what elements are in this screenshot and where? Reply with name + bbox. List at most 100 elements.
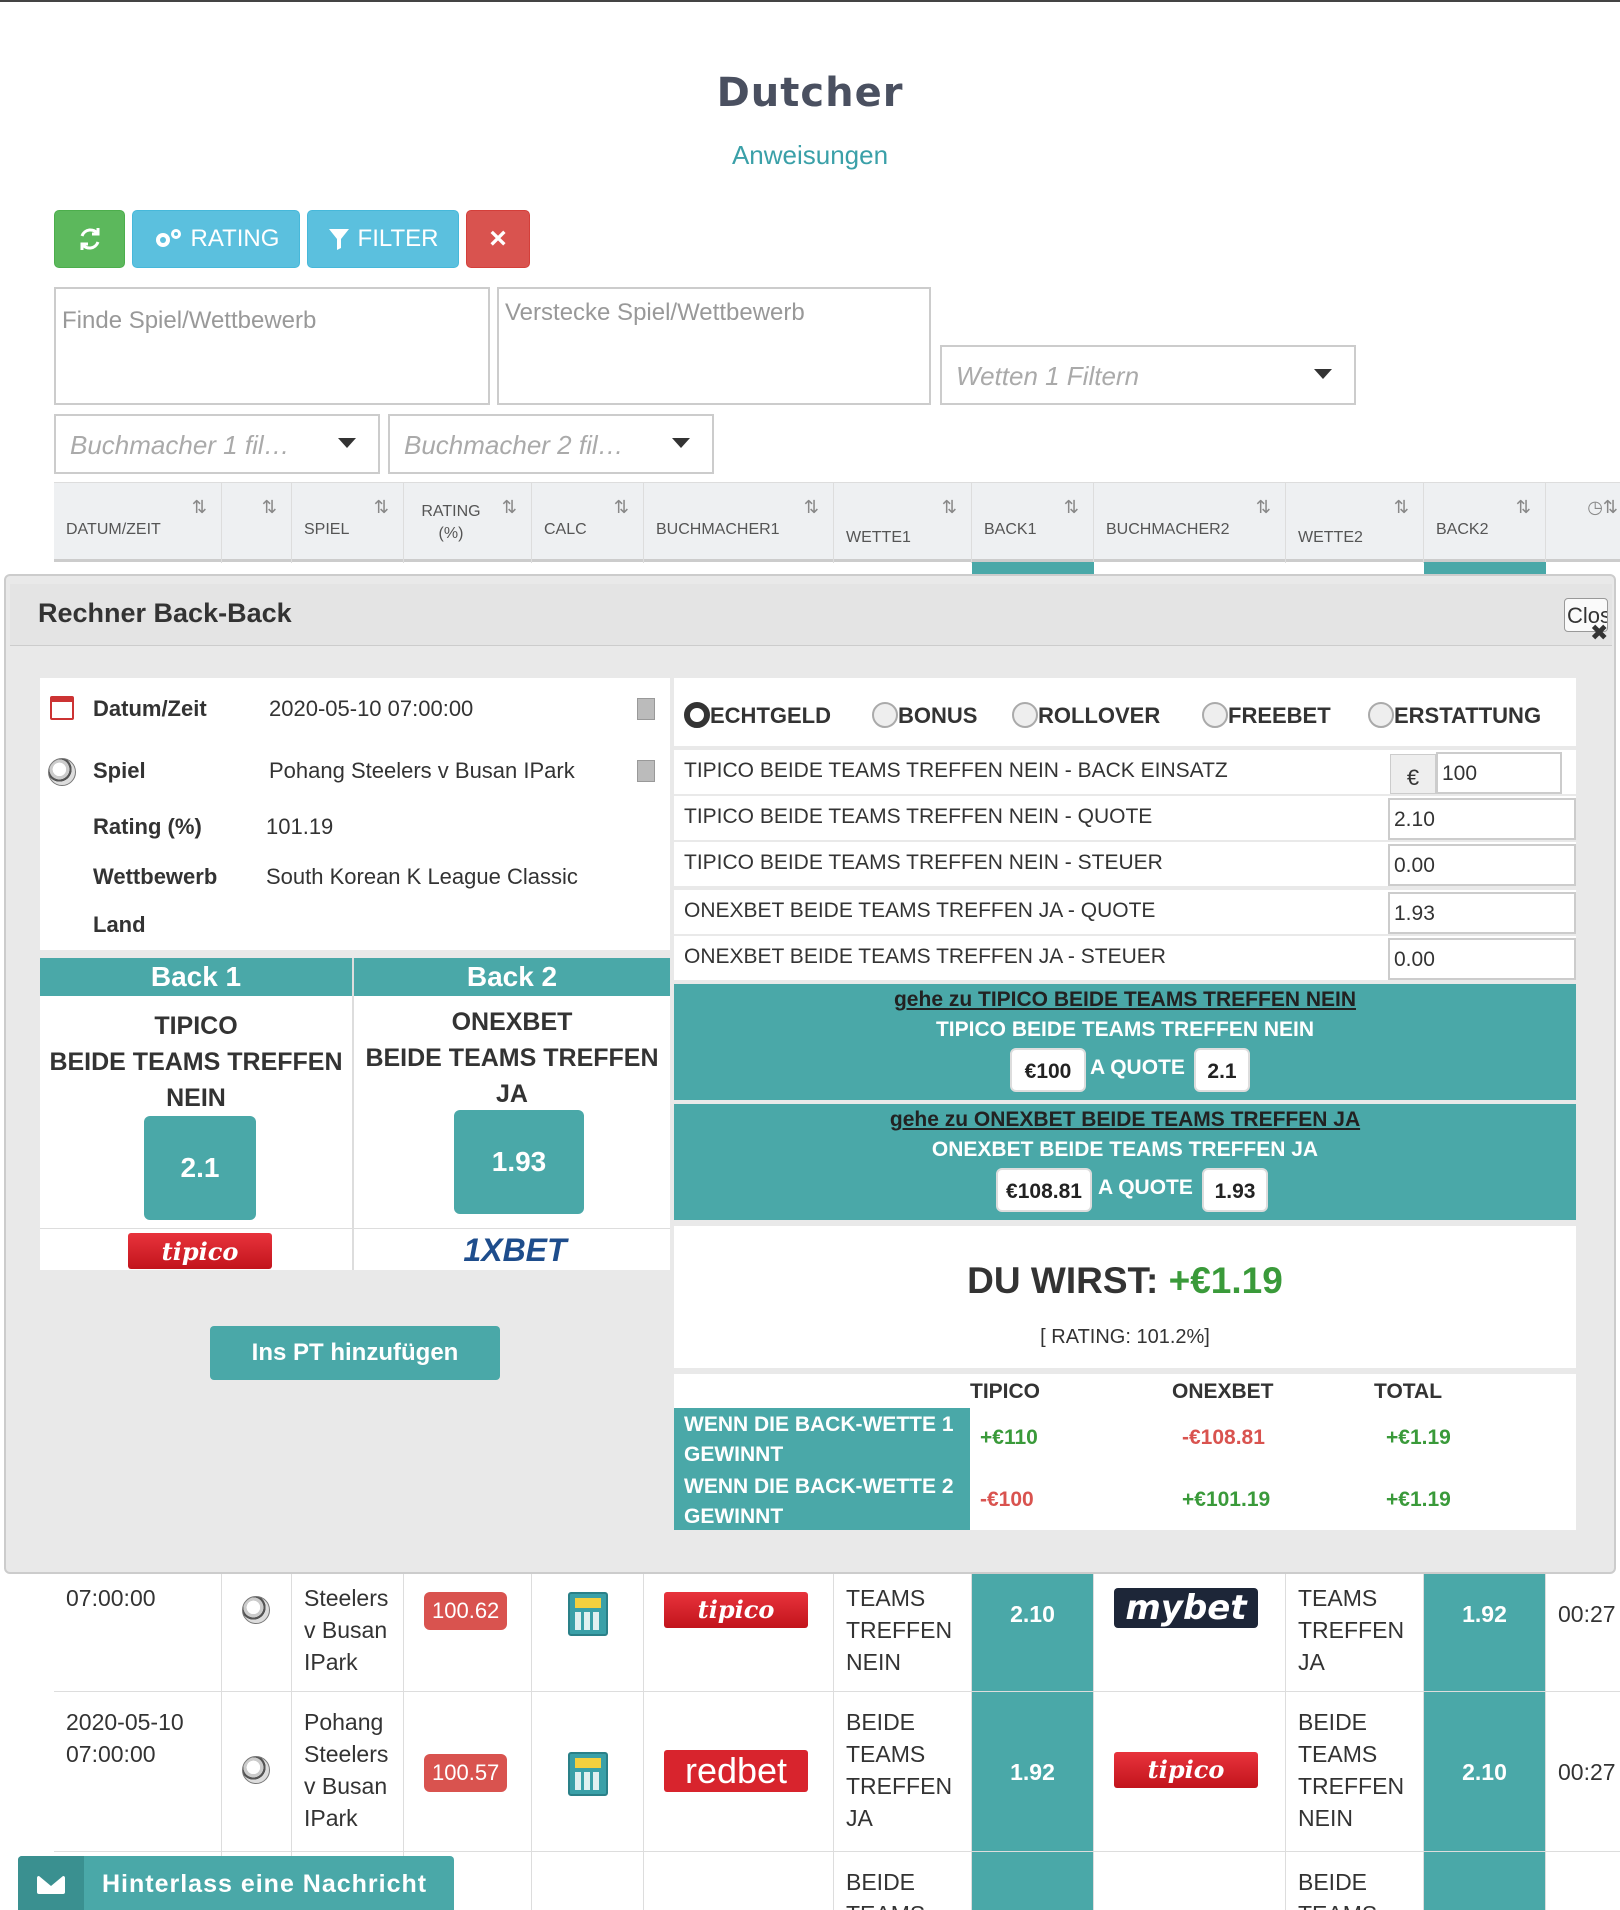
bets1-filter-placeholder: Wetten 1 Filtern	[956, 361, 1140, 391]
profit-row-label: WENN DIE BACK-WETTE 1 GEWINNT	[674, 1408, 970, 1470]
sort-icon: ⇅	[1063, 497, 1079, 517]
radio-bonus[interactable]: BONUS	[872, 702, 977, 729]
back1-odds: 2.1	[144, 1116, 256, 1220]
cell-back1	[972, 1852, 1094, 1910]
back2-bookmaker: ONEXBET	[451, 1008, 573, 1036]
tax2-input[interactable]: 0.00	[1388, 938, 1576, 980]
close-icon[interactable]: ✖	[1590, 620, 1608, 646]
cell-bookmaker1: tipico	[644, 1574, 834, 1691]
calendar-icon	[50, 696, 74, 720]
header-bet2[interactable]: WETTE2 ⇅	[1286, 483, 1424, 563]
cell-back2	[1424, 1852, 1546, 1910]
profit-table: TIPICO ONEXBET TOTAL WENN DIE BACK-WETTE…	[674, 1374, 1576, 1530]
header-back2[interactable]: BACK2 ⇅	[1424, 483, 1546, 563]
cell-bookmaker2: mybet	[1094, 1574, 1286, 1691]
sort-icon: ⇅	[941, 497, 957, 517]
back2-panel: Back 2 ONEXBET BEIDE TEAMS TREFFEN JA 1.…	[354, 958, 670, 1270]
add-to-pt-button[interactable]: Ins PT hinzufügen	[210, 1326, 500, 1380]
cell-calc	[532, 1692, 644, 1851]
instruction-bet1-quote: 2.1	[1194, 1048, 1250, 1092]
sort-icon: ⇅	[191, 497, 207, 517]
header-bet1[interactable]: WETTE1 ⇅	[834, 483, 972, 563]
refresh-button[interactable]	[54, 210, 125, 268]
bets1-filter-select[interactable]: Wetten 1 Filtern	[940, 345, 1356, 405]
tipico-logo[interactable]: tipico	[664, 1592, 808, 1628]
close-icon: ×	[489, 222, 507, 255]
stake-input[interactable]: 100	[1436, 752, 1562, 794]
field-stake: TIPICO BEIDE TEAMS TREFFEN NEIN - BACK E…	[674, 750, 1576, 794]
header-back1[interactable]: BACK1 ⇅	[972, 483, 1094, 563]
mybet-logo[interactable]: mybet	[1114, 1588, 1258, 1628]
chevron-down-icon	[1314, 369, 1332, 379]
sort-icon: ⇅	[373, 497, 389, 517]
filter-icon	[328, 229, 349, 250]
goto-bet1-link[interactable]: gehe zu TIPICO BEIDE TEAMS TREFFEN NEIN	[674, 988, 1576, 1012]
tax1-input[interactable]: 0.00	[1388, 844, 1576, 886]
cell-calc	[532, 1574, 644, 1691]
header-bookmaker2[interactable]: BUCHMACHER2 ⇅	[1094, 483, 1286, 563]
header-game[interactable]: SPIEL ⇅	[292, 483, 404, 563]
header-datetime[interactable]: DATUM/ZEIT ⇅	[54, 483, 222, 563]
radio-checked-icon	[684, 702, 710, 728]
cell-bookmaker1	[644, 1852, 834, 1910]
cell-back1: 2.10	[972, 1574, 1094, 1691]
cell-rating: 100.62	[404, 1574, 532, 1691]
tipico-logo: tipico	[128, 1233, 272, 1269]
cell-back1: 1.92	[972, 1692, 1094, 1851]
cell-bet2: BEIDE TEAMS TREFFEN NEIN	[1286, 1692, 1424, 1851]
chat-widget[interactable]: Hinterlass eine Nachricht	[18, 1856, 454, 1910]
instructions-link[interactable]: Anweisungen	[0, 140, 1620, 171]
bookmaker1-filter-select[interactable]: Buchmacher 1 fil…	[54, 414, 380, 474]
header-bookmaker1[interactable]: BUCHMACHER1 ⇅	[644, 483, 834, 563]
calculator-icon[interactable]	[568, 1592, 608, 1636]
event-info-panel: Datum/Zeit 2020-05-10 07:00:00 Spiel Poh…	[40, 678, 670, 950]
radio-icon	[1012, 702, 1038, 728]
profit-header-total: TOTAL	[1374, 1380, 1443, 1403]
redbet-logo[interactable]: redbet	[664, 1750, 808, 1792]
calculator-icon[interactable]	[568, 1752, 608, 1796]
clear-button[interactable]: ×	[466, 210, 530, 268]
filter-button[interactable]: FILTER	[307, 210, 459, 268]
instruction-bet2-desc: ONEXBET BEIDE TEAMS TREFFEN JA	[931, 1138, 1319, 1161]
field-quote2: ONEXBET BEIDE TEAMS TREFFEN JA - QUOTE 1…	[674, 890, 1576, 934]
instruction-bet1: gehe zu TIPICO BEIDE TEAMS TREFFEN NEIN …	[674, 984, 1576, 1100]
profit-cell: -€108.81	[1182, 1426, 1265, 1449]
header-sport[interactable]: ⇅	[222, 483, 292, 563]
radio-erstattung[interactable]: ERSTATTUNG	[1368, 702, 1541, 729]
copy-icon[interactable]	[637, 760, 655, 782]
goto-bet2-link[interactable]: gehe zu ONEXBET BEIDE TEAMS TREFFEN JA	[674, 1108, 1576, 1132]
profit-cell: -€100	[980, 1488, 1034, 1511]
table-row[interactable]: 07:00:00 Steelers v Busan IPark 100.62 t…	[54, 1574, 1620, 1692]
header-rating[interactable]: RATING (%) ⇅	[404, 483, 532, 563]
table-row[interactable]: 2020-05-10 07:00:00 Pohang Steelers v Bu…	[54, 1692, 1620, 1852]
back1-bet-line2: NEIN	[166, 1084, 226, 1112]
cell-bookmaker1: redbet	[644, 1692, 834, 1851]
back1-column-strip	[972, 562, 1094, 574]
bookmaker2-filter-select[interactable]: Buchmacher 2 fil…	[388, 414, 714, 474]
profit-header-onexbet: ONEXBET	[1172, 1380, 1274, 1403]
quote1-input[interactable]: 2.10	[1388, 798, 1576, 840]
instruction-bet1-desc: TIPICO BEIDE TEAMS TREFFEN NEIN	[935, 1018, 1315, 1041]
cell-datetime: 2020-05-10 07:00:00	[54, 1692, 222, 1851]
chevron-down-icon	[672, 438, 690, 448]
tipico-logo[interactable]: tipico	[1114, 1752, 1258, 1788]
bookmaker2-filter-placeholder: Buchmacher 2 fil…	[404, 430, 624, 460]
cell-time	[1546, 1852, 1620, 1910]
instruction-bet2-quote: 1.93	[1202, 1168, 1268, 1212]
profit-header-tipico: TIPICO	[970, 1380, 1041, 1403]
mode-radio-group: ECHTGELD BONUS ROLLOVER FREEBET ERSTATTU…	[674, 678, 1576, 746]
back2-bet-line1: BEIDE TEAMS TREFFEN	[365, 1044, 659, 1072]
rating-button[interactable]: RATING	[132, 210, 300, 268]
header-calc[interactable]: CALC ⇅	[532, 483, 644, 563]
radio-echtgeld[interactable]: ECHTGELD	[684, 702, 831, 729]
instruction-bet1-stake: €100	[1010, 1048, 1086, 1092]
radio-freebet[interactable]: FREEBET	[1202, 702, 1331, 729]
sort-icon: ⇅	[1255, 497, 1271, 517]
header-time[interactable]: ◷⇅	[1546, 483, 1620, 563]
find-game-input[interactable]: Finde Spiel/Wettbewerb	[54, 287, 490, 405]
copy-icon[interactable]	[637, 698, 655, 720]
radio-rollover[interactable]: ROLLOVER	[1012, 702, 1160, 729]
instruction-bet2: gehe zu ONEXBET BEIDE TEAMS TREFFEN JA O…	[674, 1104, 1576, 1220]
hide-game-input[interactable]: Verstecke Spiel/Wettbewerb	[497, 287, 931, 405]
quote2-input[interactable]: 1.93	[1388, 892, 1576, 934]
